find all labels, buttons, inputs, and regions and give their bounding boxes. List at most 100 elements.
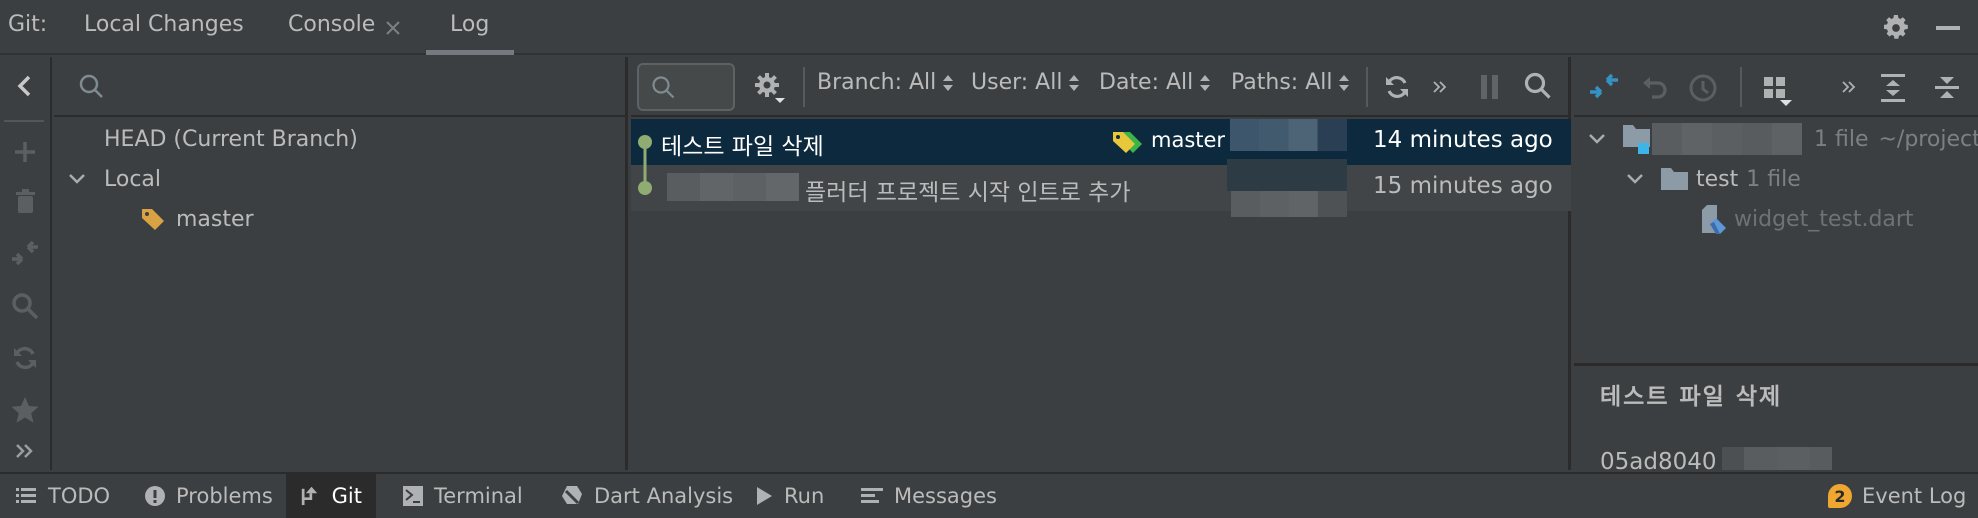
commit-log-panel: Branch: All User: All Date: All Paths: A…: [631, 57, 1571, 470]
chevron-down-icon[interactable]: [1586, 128, 1622, 150]
commit-row[interactable]: 테스트 파일 삭제 master 14 minutes ago: [631, 119, 1571, 165]
root-name-redacted: [1652, 123, 1802, 155]
tool-window-tab-bar: Git: Local Changes Console Log: [0, 0, 1978, 55]
close-icon[interactable]: [385, 20, 401, 36]
commit-message: 플러터 프로젝트 시작 인트로 추가: [805, 180, 1131, 206]
more-icon[interactable]: [1840, 79, 1856, 95]
graph-node: [638, 135, 652, 149]
gear-icon[interactable]: [1882, 14, 1910, 42]
updown-icon: [1339, 74, 1350, 91]
settings-icon[interactable]: [753, 71, 787, 105]
tool-label: TODO: [48, 484, 111, 508]
changes-tree-root[interactable]: 1 file ~/project/: [1586, 119, 1978, 159]
warning-icon: [145, 486, 165, 506]
filter-user-label: User: All: [971, 70, 1063, 95]
toolbar-separator: [4, 120, 44, 122]
author-redacted: [1230, 119, 1347, 151]
group-by-icon[interactable]: [1762, 75, 1796, 107]
branch-label: master: [1151, 128, 1226, 152]
graph-node: [638, 181, 652, 195]
tag-icon: [140, 206, 176, 232]
tool-label: Git: [331, 484, 362, 508]
search-icon[interactable]: [10, 291, 40, 321]
revert-icon[interactable]: [1640, 73, 1670, 103]
tool-todo[interactable]: TODO: [0, 474, 124, 518]
panel-divider: [1574, 363, 1978, 366]
filter-branch-label: Branch: All: [817, 70, 937, 95]
add-icon[interactable]: [10, 137, 40, 167]
changes-panel: 1 file ~/project/ test 1 file widget_tes…: [1574, 57, 1978, 470]
compare-icon[interactable]: [10, 239, 40, 269]
commit-time: 15 minutes ago: [1373, 173, 1553, 199]
tab-log[interactable]: Log: [450, 12, 489, 37]
terminal-icon: [403, 486, 423, 506]
delete-icon[interactable]: [10, 187, 40, 217]
changes-tree-folder[interactable]: test 1 file: [1624, 159, 1801, 199]
collapse-left-icon[interactable]: [10, 71, 40, 101]
toolbar-separator: [803, 67, 805, 107]
log-search-field[interactable]: [637, 63, 735, 111]
tool-event-log[interactable]: 2 Event Log: [1814, 474, 1978, 518]
tree-item-master[interactable]: master: [140, 199, 254, 239]
file-count: 1 file: [1746, 166, 1801, 192]
search-icon: [651, 75, 677, 101]
module-folder-icon: [1622, 123, 1656, 155]
commit-hash-text: 05ad8040: [1600, 449, 1717, 470]
expand-all-icon[interactable]: [1880, 73, 1906, 103]
updown-icon: [1200, 74, 1211, 91]
toolbar-separator: [1366, 67, 1368, 107]
more-icon[interactable]: [1431, 79, 1447, 95]
file-name: widget_test.dart: [1734, 206, 1914, 232]
tree-item-label: HEAD (Current Branch): [104, 126, 358, 152]
dart-file-icon: [1700, 204, 1734, 234]
messages-icon: [861, 488, 883, 503]
play-icon: [757, 487, 772, 505]
tab-console[interactable]: Console: [288, 12, 375, 37]
tool-dart-analysis[interactable]: Dart Analysis: [546, 474, 747, 518]
pause-icon[interactable]: [1479, 73, 1501, 101]
search-icon[interactable]: [1523, 71, 1553, 101]
author-redacted: [1231, 191, 1347, 217]
diff-icon[interactable]: [1588, 71, 1620, 103]
tab-local-changes[interactable]: Local Changes: [84, 12, 244, 37]
chevron-down-icon[interactable]: [66, 168, 104, 190]
changes-toolbar: [1574, 57, 1978, 117]
toolbar-separator: [1740, 67, 1742, 107]
tree-item-label: Local: [104, 166, 162, 192]
tool-messages[interactable]: Messages: [846, 474, 1011, 518]
collapse-all-icon[interactable]: [1934, 73, 1960, 103]
updown-icon: [1069, 74, 1080, 91]
history-icon[interactable]: [1688, 73, 1718, 103]
tree-item-local[interactable]: Local: [66, 159, 161, 199]
tree-item-head[interactable]: HEAD (Current Branch): [104, 119, 358, 159]
commit-hash: 05ad8040: [1600, 449, 1717, 470]
branch-search-field[interactable]: [54, 57, 628, 117]
filter-date[interactable]: Date: All: [1099, 70, 1211, 95]
more-icon[interactable]: [10, 441, 40, 461]
filter-paths[interactable]: Paths: All: [1231, 70, 1350, 95]
folder-icon: [1660, 166, 1696, 192]
tool-git[interactable]: Git: [286, 474, 376, 518]
tool-label: Problems: [176, 484, 273, 508]
refresh-icon[interactable]: [1383, 73, 1411, 101]
update-icon[interactable]: [10, 343, 40, 373]
tool-label: Dart Analysis: [594, 484, 734, 508]
root-path: ~/project/: [1878, 126, 1978, 152]
filter-paths-label: Paths: All: [1231, 70, 1333, 95]
tool-label: Terminal: [434, 484, 523, 508]
tool-terminal[interactable]: Terminal: [388, 474, 537, 518]
minimize-icon[interactable]: [1936, 26, 1960, 30]
tool-problems[interactable]: Problems: [130, 474, 287, 518]
author-redacted: [1227, 159, 1347, 191]
changes-tree-file[interactable]: widget_test.dart: [1700, 199, 1914, 239]
filter-user[interactable]: User: All: [971, 70, 1080, 95]
chevron-down-icon[interactable]: [1624, 168, 1660, 190]
tool-window-title: Git:: [8, 12, 48, 37]
branches-panel: HEAD (Current Branch) Local master: [54, 57, 628, 470]
favorite-icon[interactable]: [10, 395, 40, 425]
tool-label: Event Log: [1862, 484, 1967, 508]
filter-branch[interactable]: Branch: All: [817, 70, 954, 95]
tool-run[interactable]: Run: [740, 474, 838, 518]
commit-graph: [638, 135, 652, 195]
commit-row[interactable]: 플러터 프로젝트 시작 인트로 추가 15 minutes ago: [631, 159, 1571, 217]
